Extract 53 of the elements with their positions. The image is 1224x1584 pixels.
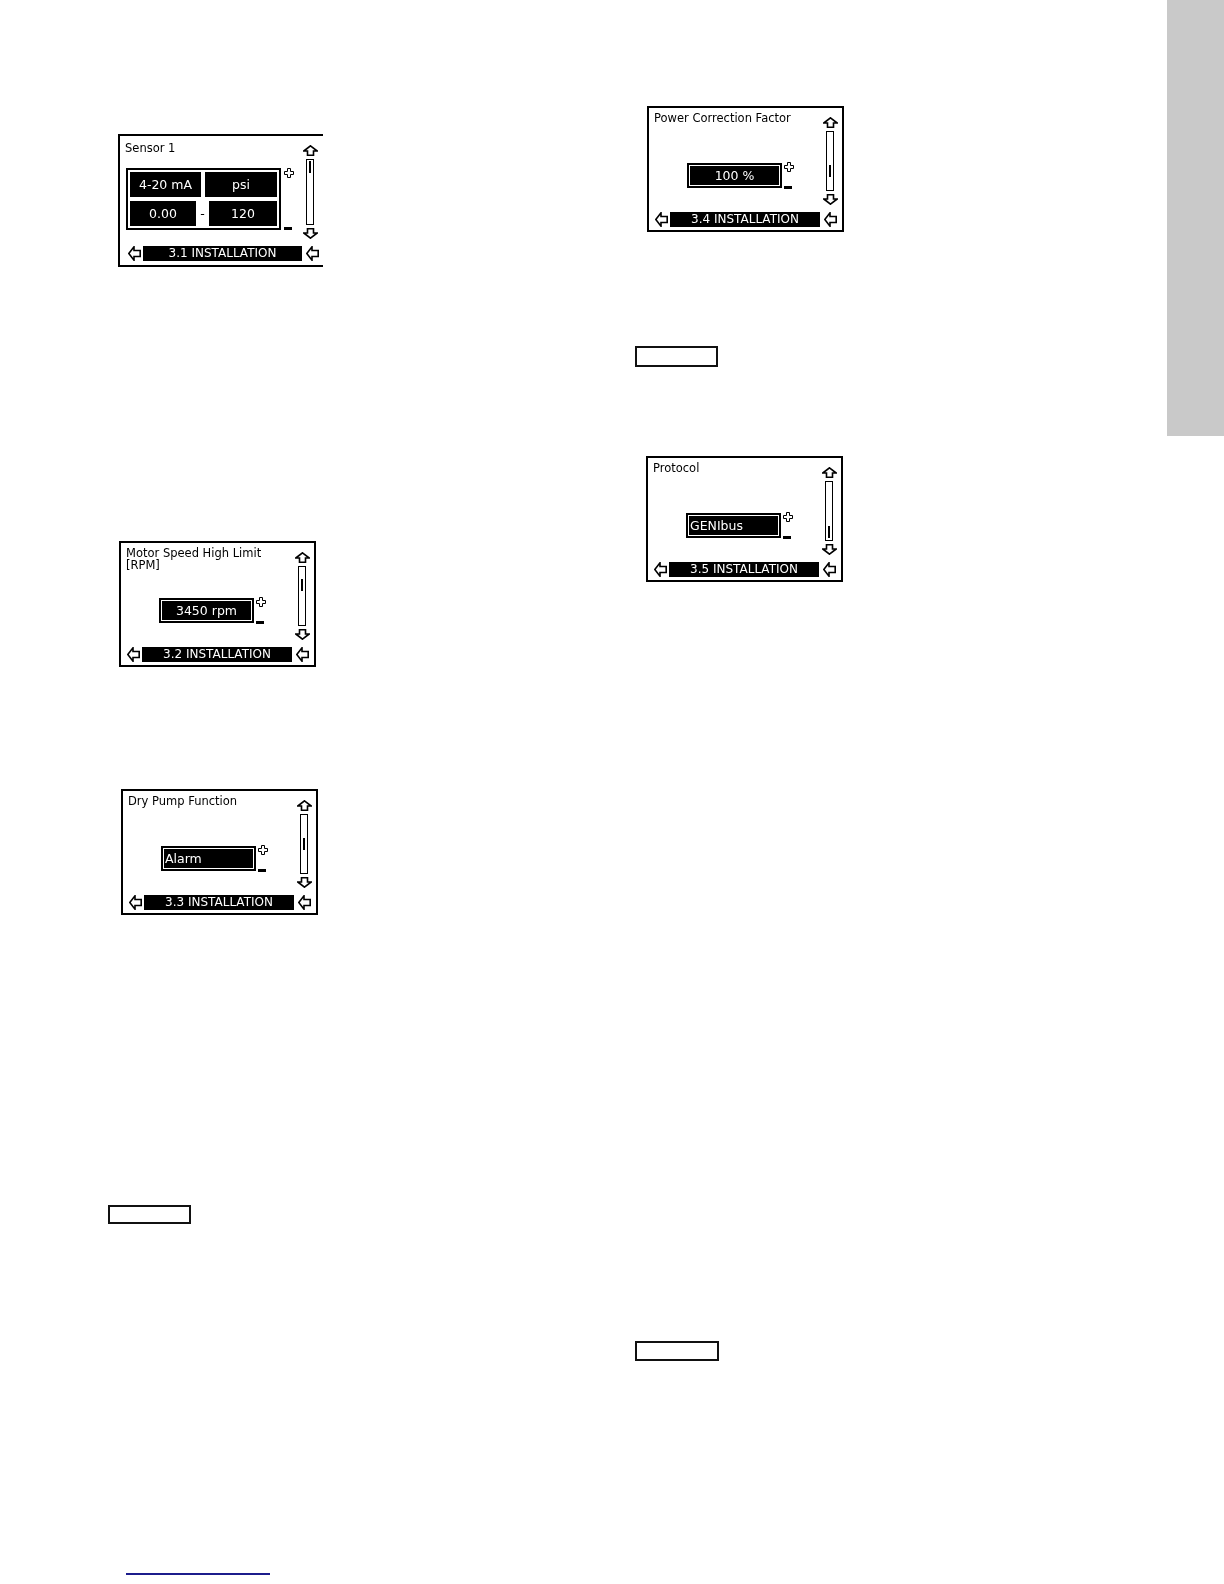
up-arrow-icon — [294, 552, 310, 563]
plus-icon — [784, 162, 794, 172]
plus-icon — [258, 845, 268, 855]
value-field: 4-20 mA — [130, 172, 201, 197]
screen-title: Sensor 1 — [125, 142, 177, 154]
value-field: 3450 rpm — [159, 598, 254, 623]
scroll-thumb — [303, 838, 305, 850]
value-field: psi — [205, 172, 277, 197]
left-arrow-icon — [654, 562, 667, 577]
scroll-thumb — [828, 526, 830, 538]
up-arrow-icon — [302, 145, 318, 156]
minus-icon — [258, 869, 266, 872]
up-arrow-icon — [296, 800, 312, 811]
screen-title: Dry Pump Function — [128, 795, 239, 807]
left-arrow-icon — [127, 647, 140, 662]
down-arrow-icon — [821, 544, 837, 555]
left-arrow-icon — [306, 246, 319, 261]
plus-icon — [256, 597, 266, 607]
value-field: GENIbus — [686, 513, 781, 538]
range-dash: - — [199, 206, 206, 221]
value-field: 0.00 — [130, 201, 196, 226]
plus-icon — [783, 512, 793, 522]
down-arrow-icon — [302, 228, 318, 239]
left-arrow-icon — [824, 212, 837, 227]
screen-title: Power Correction Factor — [654, 112, 792, 124]
left-arrow-icon — [298, 895, 311, 910]
minus-icon — [256, 621, 264, 624]
left-arrow-icon — [128, 246, 141, 261]
menu-bar: 3.4 INSTALLATION — [670, 212, 820, 227]
up-arrow-icon — [821, 467, 837, 478]
menu-bar: 3.2 INSTALLATION — [142, 647, 292, 662]
scroll-thumb — [829, 165, 831, 177]
screen-title: Motor Speed High Limit [RPM] — [126, 547, 263, 571]
menu-bar: 3.5 INSTALLATION — [669, 562, 819, 577]
down-arrow-icon — [822, 194, 838, 205]
menu-bar: 3.3 INSTALLATION — [144, 895, 294, 910]
down-arrow-icon — [296, 877, 312, 888]
screen-title: Protocol — [653, 462, 701, 474]
minus-icon — [783, 536, 791, 539]
left-arrow-icon — [129, 895, 142, 910]
value-field: Alarm — [161, 846, 256, 871]
plus-icon — [284, 168, 294, 178]
left-arrow-icon — [296, 647, 309, 662]
up-arrow-icon — [822, 117, 838, 128]
menu-bar: 3.1 INSTALLATION — [143, 246, 302, 261]
value-field: 120 — [209, 201, 277, 226]
value-field: 100 % — [687, 163, 782, 188]
left-arrow-icon — [655, 212, 668, 227]
minus-icon — [284, 227, 292, 230]
minus-icon — [784, 186, 792, 189]
down-arrow-icon — [294, 629, 310, 640]
scroll-thumb — [301, 579, 303, 591]
left-arrow-icon — [823, 562, 836, 577]
